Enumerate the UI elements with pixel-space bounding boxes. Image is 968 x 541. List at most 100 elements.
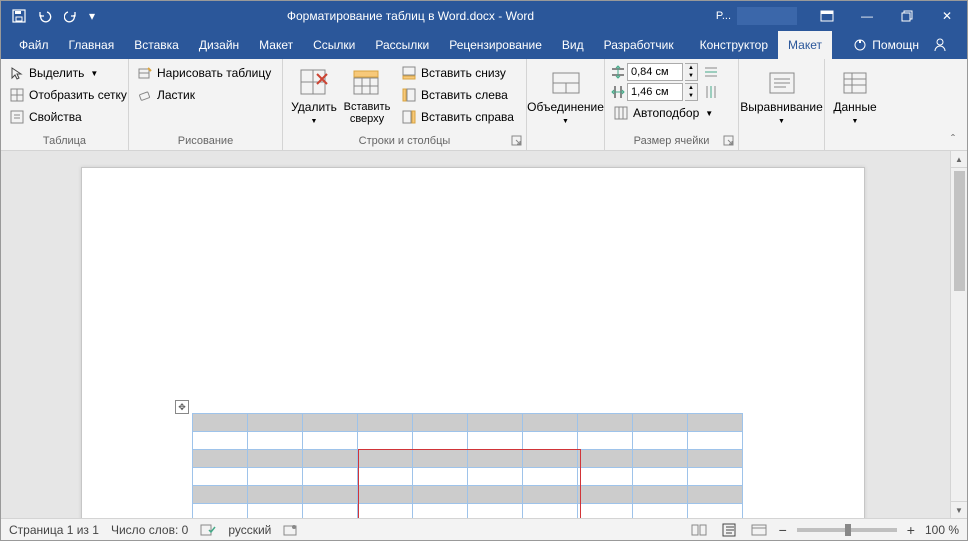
title-user-area: P... — ✕ (716, 1, 967, 31)
scroll-down-button[interactable]: ▼ (951, 501, 967, 518)
macro-recording-icon[interactable] (283, 523, 297, 537)
view-gridlines-button[interactable]: Отобразить сетку (7, 85, 129, 105)
minimize-button[interactable]: — (847, 1, 887, 31)
zoom-slider[interactable] (797, 528, 897, 532)
zoom-out-button[interactable]: − (779, 522, 787, 538)
alignment-menu-button[interactable]: Выравнивание▼ (744, 63, 820, 128)
print-layout-button[interactable] (719, 521, 739, 539)
tab-view[interactable]: Вид (552, 31, 594, 59)
eraser-label: Ластик (157, 88, 195, 102)
status-bar: Страница 1 из 1 Число слов: 0 русский − … (1, 518, 967, 540)
document-table[interactable] (192, 413, 743, 518)
merge-menu-button[interactable]: Объединение▼ (533, 63, 599, 128)
ribbon-group-merge: Объединение▼ (527, 59, 605, 150)
tab-table-design[interactable]: Конструктор (690, 31, 778, 59)
share-button[interactable] (923, 31, 957, 59)
table-row[interactable] (193, 414, 743, 432)
insert-above-icon (351, 67, 383, 99)
zoom-slider-thumb[interactable] (845, 524, 851, 536)
insert-above-button[interactable]: Вставить сверху (339, 63, 395, 125)
group-label-rows-cols: Строки и столбцы (283, 135, 526, 150)
status-language[interactable]: русский (228, 523, 271, 537)
delete-button[interactable]: Удалить▼ (289, 63, 339, 128)
undo-button[interactable] (33, 4, 57, 28)
merge-label: Объединение (527, 100, 604, 114)
status-word-count[interactable]: Число слов: 0 (111, 523, 188, 537)
scroll-thumb[interactable] (954, 171, 965, 291)
document-viewport[interactable]: ✥ (1, 151, 950, 518)
tab-review[interactable]: Рецензирование (439, 31, 552, 59)
ribbon-group-draw: Нарисовать таблицу Ластик Рисование (129, 59, 283, 150)
properties-button[interactable]: Свойства (7, 107, 129, 127)
table-row[interactable] (193, 432, 743, 450)
read-mode-button[interactable] (689, 521, 709, 539)
data-icon (839, 67, 871, 99)
col-width-input[interactable]: 1,46 см (627, 83, 683, 101)
alignment-label: Выравнивание (740, 100, 823, 114)
tab-references[interactable]: Ссылки (303, 31, 365, 59)
eraser-button[interactable]: Ластик (135, 85, 273, 105)
gridlines-icon (9, 87, 25, 103)
delete-icon (298, 67, 330, 99)
merge-icon (550, 67, 582, 99)
web-layout-button[interactable] (749, 521, 769, 539)
draw-table-button[interactable]: Нарисовать таблицу (135, 63, 273, 83)
close-button[interactable]: ✕ (927, 1, 967, 31)
distribute-cols-button[interactable] (704, 85, 718, 99)
row-height-input[interactable]: 0,84 см (627, 63, 683, 81)
table-move-handle[interactable]: ✥ (175, 400, 189, 414)
restore-button[interactable] (887, 1, 927, 31)
alignment-icon (766, 67, 798, 99)
ribbon-group-alignment: Выравнивание▼ (739, 59, 825, 150)
insert-left-label: Вставить слева (421, 88, 508, 102)
dialog-launcher-rows-cols[interactable] (511, 135, 523, 147)
tab-layout[interactable]: Макет (249, 31, 303, 59)
zoom-in-button[interactable]: + (907, 522, 915, 538)
customize-qat-button[interactable]: ▾ (85, 4, 99, 28)
table-row[interactable] (193, 450, 743, 468)
distribute-rows-button[interactable] (704, 65, 718, 79)
spellcheck-icon[interactable] (200, 523, 216, 537)
dialog-launcher-cell-size[interactable] (723, 135, 735, 147)
status-page[interactable]: Страница 1 из 1 (9, 523, 99, 537)
table-row[interactable] (193, 468, 743, 486)
data-menu-button[interactable]: Данные▼ (829, 63, 880, 128)
tab-insert[interactable]: Вставка (124, 31, 189, 59)
row-height-spinner[interactable]: ▲▼ (685, 63, 698, 81)
tab-table-layout[interactable]: Макет (778, 31, 832, 59)
tab-home[interactable]: Главная (59, 31, 125, 59)
group-label-table: Таблица (1, 135, 128, 150)
delete-label: Удалить (291, 100, 337, 114)
user-account-chip[interactable] (737, 7, 797, 25)
ribbon-tabs: Файл Главная Вставка Дизайн Макет Ссылки… (1, 31, 967, 59)
vertical-scrollbar[interactable]: ▲ ▼ (950, 151, 967, 518)
zoom-level[interactable]: 100 % (925, 523, 959, 537)
insert-below-button[interactable]: Вставить снизу (399, 63, 516, 83)
ribbon-group-table: Выделить▼ Отобразить сетку Свойства Табл… (1, 59, 129, 150)
autofit-label: Автоподбор (633, 106, 699, 120)
gridlines-label: Отобразить сетку (29, 88, 127, 102)
table-row[interactable] (193, 504, 743, 519)
tab-design[interactable]: Дизайн (189, 31, 249, 59)
scroll-up-button[interactable]: ▲ (951, 151, 967, 168)
group-label-draw: Рисование (129, 135, 282, 150)
insert-right-button[interactable]: Вставить справа (399, 107, 516, 127)
ribbon-group-cell-size: 0,84 см ▲▼ 1,46 см ▲▼ Автоподбор▼ Размер… (605, 59, 739, 150)
tab-mailings[interactable]: Рассылки (365, 31, 439, 59)
insert-above-label: Вставить сверху (343, 101, 391, 125)
col-width-icon (611, 85, 625, 99)
eraser-icon (137, 87, 153, 103)
save-button[interactable] (7, 4, 31, 28)
collapse-ribbon-button[interactable]: ˆ (945, 131, 961, 147)
table-row[interactable] (193, 486, 743, 504)
tell-me-input[interactable]: Помощн (872, 38, 919, 52)
ribbon-display-options-button[interactable] (807, 1, 847, 31)
tab-file[interactable]: Файл (9, 31, 59, 59)
col-width-spinner[interactable]: ▲▼ (685, 83, 698, 101)
insert-left-button[interactable]: Вставить слева (399, 85, 516, 105)
help-area: Помощн (852, 31, 967, 59)
autofit-button[interactable]: Автоподбор▼ (611, 103, 718, 123)
tab-developer[interactable]: Разработчик (594, 31, 684, 59)
select-button[interactable]: Выделить▼ (7, 63, 129, 83)
redo-button[interactable] (59, 4, 83, 28)
